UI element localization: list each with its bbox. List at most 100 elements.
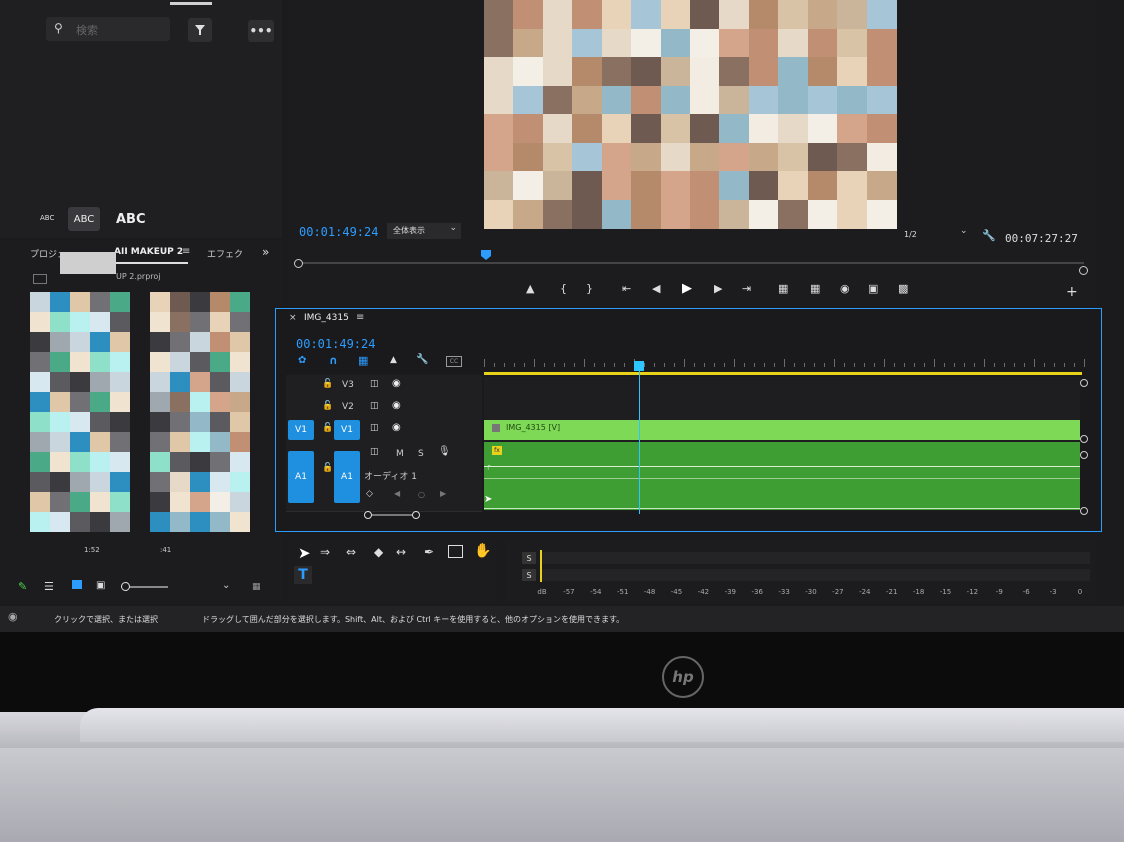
eye-icon[interactable]: ◉: [392, 400, 401, 411]
sequence-menu-icon[interactable]: ≡: [356, 312, 364, 323]
type-tool-icon[interactable]: T: [294, 566, 312, 584]
track-v3-label[interactable]: V3: [342, 380, 354, 390]
scrubber-start-handle[interactable]: [294, 259, 303, 268]
zoom-slider-handle[interactable]: [121, 582, 130, 591]
sync-lock-icon[interactable]: ◫: [370, 447, 379, 457]
microphone-icon[interactable]: 🎙: [438, 446, 451, 457]
lift-icon[interactable]: ▦: [778, 282, 788, 295]
program-timecode[interactable]: 00:01:49:24: [299, 225, 378, 239]
track-v2-label[interactable]: V2: [342, 402, 354, 412]
track-end-handle[interactable]: [1080, 435, 1088, 443]
extract-icon[interactable]: ▦: [810, 282, 820, 295]
close-icon[interactable]: ×: [289, 313, 297, 323]
track-end-handle[interactable]: [1080, 507, 1088, 515]
timeline-settings-icon[interactable]: 🔧: [416, 354, 428, 365]
source-patch-v1[interactable]: V1: [288, 420, 314, 440]
add-marker-timeline-icon[interactable]: ▲: [390, 355, 397, 365]
track-end-handle[interactable]: [1080, 379, 1088, 387]
tab-bin[interactable]: AII MAKEUP 2: [114, 247, 183, 257]
search-input[interactable]: 検索: [76, 22, 98, 38]
mark-in-icon[interactable]: {: [560, 282, 567, 295]
more-options-icon[interactable]: •••: [248, 20, 274, 42]
eye-icon[interactable]: ◉: [392, 378, 401, 389]
solo-left-button[interactable]: S: [522, 552, 536, 564]
lock-icon[interactable]: 🔓: [322, 379, 333, 389]
export-frame-icon[interactable]: ◉: [840, 282, 850, 295]
slip-tool-icon[interactable]: ↔: [396, 545, 406, 559]
track-a1-target[interactable]: A1: [334, 451, 360, 503]
keyframe-dot-icon[interactable]: ○: [418, 490, 425, 499]
go-to-out-icon[interactable]: ⇥: [742, 282, 751, 295]
thumbnail-2[interactable]: [150, 292, 250, 532]
step-back-icon[interactable]: ◀: [652, 282, 660, 295]
mute-button[interactable]: M: [396, 449, 404, 459]
icon-view-icon[interactable]: [72, 580, 82, 589]
nest-icon[interactable]: ✿: [298, 355, 306, 366]
track-select-tool-icon[interactable]: ⇒: [320, 545, 330, 559]
rectangle-tool-icon[interactable]: [448, 545, 463, 558]
next-keyframe-icon[interactable]: ▶: [440, 489, 446, 498]
vr-view-icon[interactable]: ▩: [898, 282, 908, 295]
work-area-bar[interactable]: [484, 372, 1082, 375]
source-patch-a1[interactable]: A1: [288, 451, 314, 503]
comparison-view-icon[interactable]: ▣: [868, 282, 878, 295]
timeline-timecode[interactable]: 00:01:49:24: [296, 337, 375, 351]
timeline-ruler[interactable]: [484, 331, 1085, 371]
list-view-icon[interactable]: ☰: [44, 580, 54, 593]
sync-lock-icon[interactable]: ◫: [370, 379, 379, 389]
lock-icon[interactable]: 🔓: [322, 463, 333, 473]
go-to-in-icon[interactable]: ⇤: [622, 282, 631, 295]
scrubber-end-handle[interactable]: [1079, 266, 1088, 275]
timeline-scrollbar[interactable]: [364, 511, 420, 519]
sync-lock-icon[interactable]: ◫: [370, 423, 379, 433]
zoom-slider[interactable]: [121, 582, 168, 591]
text-style-medium[interactable]: ABC: [68, 207, 100, 231]
tab-effects[interactable]: エフェク: [207, 247, 243, 260]
step-forward-icon[interactable]: ▶: [714, 282, 722, 295]
monitor-playhead[interactable]: [481, 250, 491, 260]
tab-menu-icon[interactable]: ≡: [182, 246, 190, 257]
sequence-tab[interactable]: IMG_4315: [304, 313, 349, 323]
filter-icon[interactable]: [188, 18, 212, 42]
snap-icon[interactable]: ∩: [329, 354, 338, 367]
resolution-chevron-icon[interactable]: ⌄: [960, 226, 968, 236]
hand-tool-icon[interactable]: ✋: [474, 543, 491, 559]
pencil-icon[interactable]: ✎: [18, 580, 27, 593]
lock-icon[interactable]: 🔓: [322, 423, 333, 433]
freeform-view-icon[interactable]: ▣: [96, 580, 105, 591]
thumbnail-1[interactable]: [30, 292, 130, 532]
pen-tool-icon[interactable]: ✒: [424, 545, 434, 559]
linked-selection-icon[interactable]: ▦: [358, 354, 368, 367]
selection-tool-icon[interactable]: ➤: [298, 544, 311, 562]
video-clip[interactable]: IMG_4315 [V]: [484, 420, 1080, 440]
track-v1-target[interactable]: V1: [334, 420, 360, 440]
bin-icon[interactable]: ▦: [252, 582, 261, 592]
audio-clip[interactable]: fx ┌ ➤: [484, 442, 1080, 510]
eye-icon[interactable]: ◉: [392, 422, 401, 433]
prev-keyframe-icon[interactable]: ◀: [394, 489, 400, 498]
keyframe-add-icon[interactable]: ◇: [366, 489, 373, 499]
solo-right-button[interactable]: S: [522, 569, 536, 581]
timeline-playhead-line[interactable]: [639, 369, 640, 514]
track-end-handle[interactable]: [1080, 451, 1088, 459]
ripple-edit-tool-icon[interactable]: ⇔: [346, 545, 356, 559]
text-style-large[interactable]: ABC: [116, 212, 146, 227]
resolution-select[interactable]: 1/2: [904, 230, 917, 239]
zoom-select[interactable]: 全体表示 ⌄: [387, 223, 461, 239]
add-marker-icon[interactable]: ▲: [526, 282, 534, 295]
scroll-handle-left[interactable]: [364, 511, 372, 519]
captions-icon[interactable]: CC: [446, 356, 462, 367]
razor-tool-icon[interactable]: ◆: [374, 545, 383, 559]
monitor-scrubber[interactable]: [294, 250, 1088, 275]
panel-overflow-icon[interactable]: »: [262, 245, 269, 259]
mark-out-icon[interactable]: }: [586, 282, 593, 295]
play-icon[interactable]: ▶: [682, 281, 692, 296]
text-style-small[interactable]: ABC: [40, 214, 54, 222]
lock-icon[interactable]: 🔓: [322, 401, 333, 411]
add-button-icon[interactable]: +: [1066, 284, 1078, 300]
settings-wrench-icon[interactable]: 🔧: [982, 229, 996, 242]
scroll-handle-right[interactable]: [412, 511, 420, 519]
search-box[interactable]: ⚲ 検索: [46, 17, 170, 41]
solo-button[interactable]: S: [418, 449, 424, 459]
sync-lock-icon[interactable]: ◫: [370, 401, 379, 411]
